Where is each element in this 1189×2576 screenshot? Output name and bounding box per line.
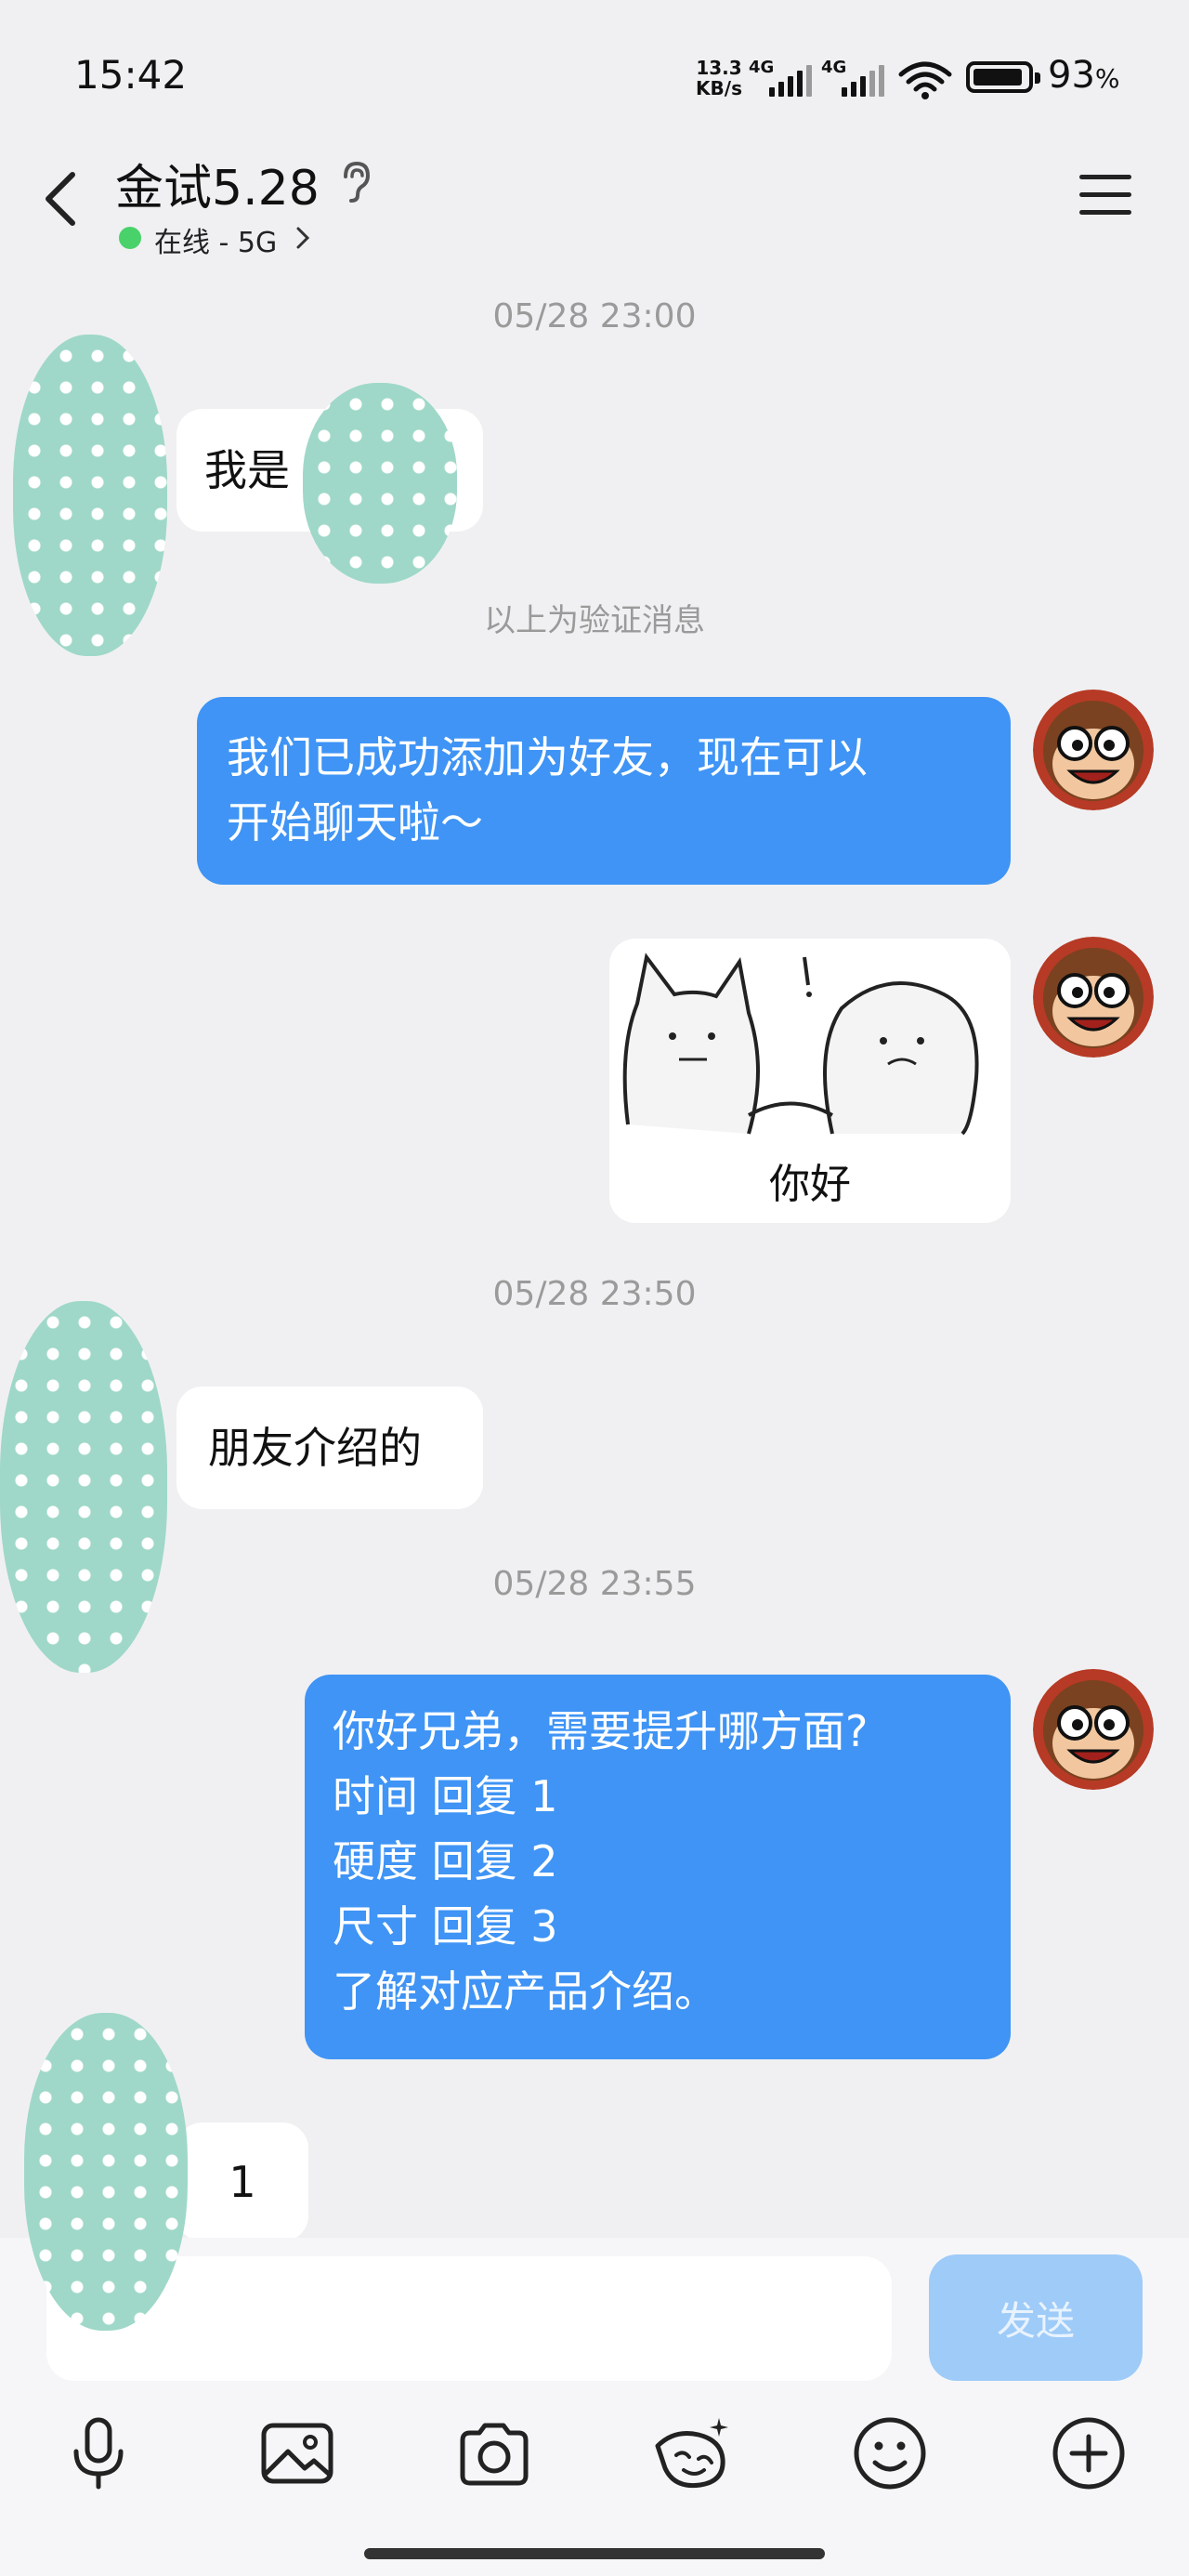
user-avatar[interactable] [1033,937,1154,1058]
message-timestamp: 05/28 23:55 [492,1565,697,1603]
monkey-avatar-icon [1033,937,1154,1058]
message-text-line: 我们已成功添加为好友，现在可以 [227,732,868,782]
battery-percent-unit: % [1094,63,1120,94]
online-status[interactable]: 在线 - 5G [154,219,277,260]
plus-icon[interactable] [1044,2409,1133,2498]
input-bar: 发送 [0,2238,1189,2576]
signal-icon: 4G [749,58,823,99]
outgoing-message-bubble[interactable]: 我们已成功添加为好友，现在可以 开始聊天啦～ [197,697,1011,885]
incoming-message-bubble[interactable]: 1 [176,2123,308,2241]
status-time: 15:42 [74,52,188,98]
battery-percent: 93% [1048,54,1120,97]
user-avatar[interactable] [1033,1669,1154,1790]
image-icon[interactable] [253,2409,342,2498]
battery-percent-value: 93 [1048,54,1095,97]
chevron-right-icon[interactable] [294,225,312,251]
user-avatar[interactable] [1033,690,1154,810]
message-text-line: 时间 回复 1 [333,1771,558,1821]
message-text: 我是 [204,445,290,495]
network-speed-value: 13.3 [696,57,742,79]
home-indicator[interactable] [364,2548,825,2559]
message-text-line: 你好兄弟，需要提升哪方面? [333,1706,869,1756]
send-button[interactable]: 发送 [929,2254,1143,2381]
emoji-icon[interactable] [845,2409,934,2498]
contact-avatar[interactable] [0,1301,167,1673]
microphone-icon[interactable] [54,2409,143,2498]
network-speed: 13.3 KB/s [691,58,747,99]
chat-header: 金试5.28 在线 - 5G [0,139,1189,269]
contact-avatar[interactable] [24,2013,188,2331]
wifi-icon [898,61,952,99]
sticker-caption: 你好 [769,1161,851,1208]
outgoing-message-bubble[interactable]: 你好兄弟，需要提升哪方面? 时间 回复 1 硬度 回复 2 尺寸 回复 3 了解… [305,1675,1011,2059]
camera-icon[interactable] [450,2409,539,2498]
cat-bear-sticker-icon [622,953,979,1136]
message-text-line: 尺寸 回复 3 [333,1901,558,1952]
status-bar: 15:42 13.3 KB/s 4G 4G 93% [0,0,1189,139]
online-status-dot [119,227,141,249]
message-timestamp: 05/28 23:00 [492,297,697,335]
message-text-line: 了解对应产品介绍。 [333,1966,717,2017]
menu-icon[interactable] [1078,169,1133,221]
incoming-message-bubble[interactable]: 朋友介绍的 [176,1387,483,1509]
system-notice: 以上为验证消息 [484,602,705,639]
message-text: 朋友介绍的 [208,1423,422,1473]
message-text-line: 硬度 回复 2 [333,1836,558,1886]
battery-icon [966,61,1040,93]
back-icon[interactable] [35,162,91,236]
message-text-line: 开始聊天啦～ [227,797,483,848]
message-input[interactable] [46,2256,892,2381]
redaction-mask [303,383,457,584]
network-speed-unit: KB/s [696,77,742,99]
ear-icon[interactable] [336,158,373,204]
sticker-icon[interactable] [647,2409,736,2498]
monkey-avatar-icon [1033,690,1154,810]
signal-icon: 4G [821,58,895,99]
sticker-message[interactable]: 你好 [609,939,1011,1223]
message-timestamp: 05/28 23:50 [492,1275,697,1313]
message-text: 1 [229,2157,256,2207]
monkey-avatar-icon [1033,1669,1154,1790]
chat-title[interactable]: 金试5.28 [115,149,320,218]
